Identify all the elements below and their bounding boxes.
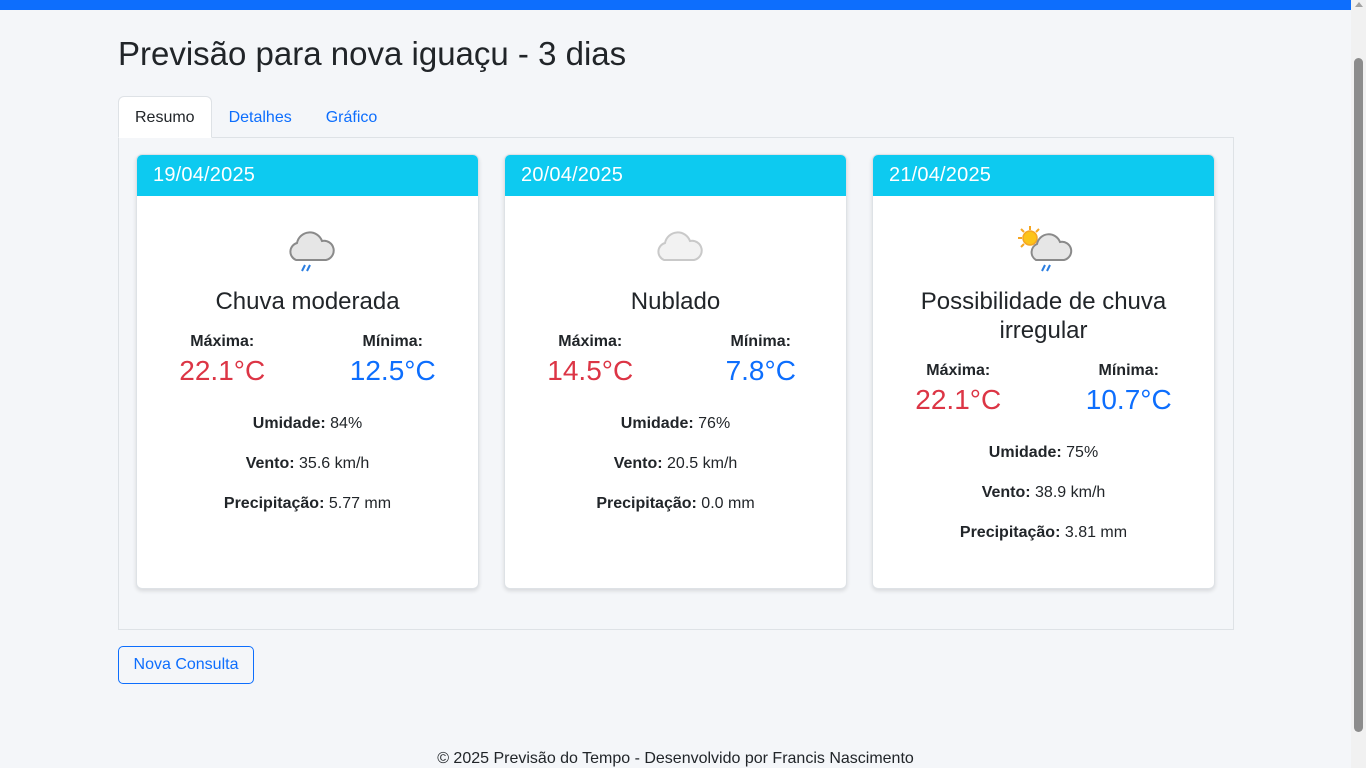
min-temp-group: Mínima: 7.8°C	[676, 332, 847, 389]
wind-value: 38.9 km/h	[1035, 484, 1106, 501]
card-body: Nublado Máxima: 14.5°C Mínima: 7.8°C Umi…	[505, 196, 846, 513]
precipitation-value: 5.77 mm	[328, 495, 392, 512]
temperature-row: Máxima: 22.1°C Mínima: 10.7°C	[873, 361, 1214, 418]
precipitation-label: Precipitação:	[596, 495, 697, 512]
tab-list: Resumo Detalhes Gráfico	[118, 96, 1234, 138]
stats-list: Umidade: 76% Vento: 20.5 km/h Precipitaç…	[505, 415, 846, 513]
tab-panel-resumo: 19/04/2025 Chuva moderada Máxima: 22.1°C	[118, 137, 1234, 630]
card-body: Possibilidade de chuva irregular Máxima:…	[873, 196, 1214, 542]
card-date: 21/04/2025	[873, 155, 1214, 196]
stats-list: Umidade: 84% Vento: 35.6 km/h Precipitaç…	[137, 415, 478, 513]
card-body: Chuva moderada Máxima: 22.1°C Mínima: 12…	[137, 196, 478, 513]
wind-value: 20.5 km/h	[667, 455, 738, 472]
precipitation-value: 3.81 mm	[1064, 524, 1128, 541]
max-temp-value: 22.1°C	[915, 384, 1002, 415]
max-temp-value: 22.1°C	[179, 355, 266, 386]
scroll-up-arrow-icon[interactable]	[1355, 2, 1363, 7]
precipitation-stat: Precipitação: 0.0 mm	[505, 495, 846, 513]
temperature-row: Máxima: 22.1°C Mínima: 12.5°C	[137, 332, 478, 389]
stats-list: Umidade: 75% Vento: 38.9 km/h Precipitaç…	[873, 444, 1214, 542]
precipitation-stat: Precipitação: 3.81 mm	[873, 524, 1214, 542]
wind-stat: Vento: 38.9 km/h	[873, 484, 1214, 502]
min-temp-group: Mínima: 10.7°C	[1044, 361, 1215, 418]
wind-label: Vento:	[613, 455, 663, 472]
page-title: Previsão para nova iguaçu - 3 dias	[118, 35, 627, 72]
humidity-value: 76%	[698, 415, 731, 432]
wind-label: Vento:	[245, 455, 295, 472]
min-label: Mínima:	[730, 333, 791, 350]
sun-cloud-rain-icon	[1014, 224, 1074, 276]
min-temp-value: 7.8°C	[725, 355, 796, 386]
precipitation-value: 0.0 mm	[701, 495, 755, 512]
humidity-stat: Umidade: 76%	[505, 415, 846, 433]
max-temp-group: Máxima: 14.5°C	[505, 332, 676, 389]
humidity-value: 84%	[330, 415, 363, 432]
condition-text: Chuva moderada	[215, 288, 400, 315]
humidity-label: Umidade:	[620, 415, 694, 432]
humidity-label: Umidade:	[252, 415, 326, 432]
min-temp-value: 10.7°C	[1085, 384, 1172, 415]
min-label: Mínima:	[362, 333, 423, 350]
max-label: Máxima:	[926, 362, 991, 379]
precipitation-stat: Precipitação: 5.77 mm	[137, 495, 478, 513]
wind-stat: Vento: 20.5 km/h	[505, 455, 846, 473]
condition-text: Possibilidade de chuva irregular	[920, 288, 1167, 344]
footer-text: © 2025 Previsão do Tempo - Desenvolvido …	[437, 750, 914, 767]
scroll-thumb[interactable]	[1354, 58, 1363, 732]
min-label: Mínima:	[1098, 362, 1159, 379]
tab-resumo[interactable]: Resumo	[118, 96, 212, 138]
temperature-row: Máxima: 14.5°C Mínima: 7.8°C	[505, 332, 846, 389]
main-container: Previsão para nova iguaçu - 3 dias Resum…	[118, 10, 1234, 630]
humidity-value: 75%	[1066, 444, 1099, 461]
min-temp-group: Mínima: 12.5°C	[308, 332, 479, 389]
rain-cloud-icon	[278, 224, 338, 276]
precipitation-label: Precipitação:	[223, 495, 325, 512]
min-temp-value: 12.5°C	[349, 355, 436, 386]
condition-text: Nublado	[630, 288, 721, 315]
card-date: 19/04/2025	[137, 155, 478, 196]
wind-stat: Vento: 35.6 km/h	[137, 455, 478, 473]
vertical-scrollbar[interactable]	[1351, 0, 1366, 768]
humidity-label: Umidade:	[988, 444, 1062, 461]
cloud-icon	[646, 224, 706, 276]
forecast-card: 20/04/2025 Nublado Máxima: 14.5°C Mínima…	[504, 154, 847, 589]
max-label: Máxima:	[558, 333, 623, 350]
max-temp-group: Máxima: 22.1°C	[873, 361, 1044, 418]
forecast-card: 19/04/2025 Chuva moderada Máxima: 22.1°C	[136, 154, 479, 589]
new-query-button[interactable]: Nova Consulta	[118, 646, 254, 684]
top-accent-bar	[0, 0, 1351, 10]
wind-value: 35.6 km/h	[299, 455, 370, 472]
wind-label: Vento:	[981, 484, 1031, 501]
card-date: 20/04/2025	[505, 155, 846, 196]
humidity-stat: Umidade: 84%	[137, 415, 478, 433]
max-temp-value: 14.5°C	[547, 355, 634, 386]
max-temp-group: Máxima: 22.1°C	[137, 332, 308, 389]
forecast-card: 21/04/2025 Possibilidade de chuva irregu…	[872, 154, 1215, 589]
tab-detalhes[interactable]: Detalhes	[212, 96, 309, 138]
humidity-stat: Umidade: 75%	[873, 444, 1214, 462]
max-label: Máxima:	[190, 333, 255, 350]
precipitation-label: Precipitação:	[959, 524, 1061, 541]
tab-grafico[interactable]: Gráfico	[309, 96, 395, 138]
